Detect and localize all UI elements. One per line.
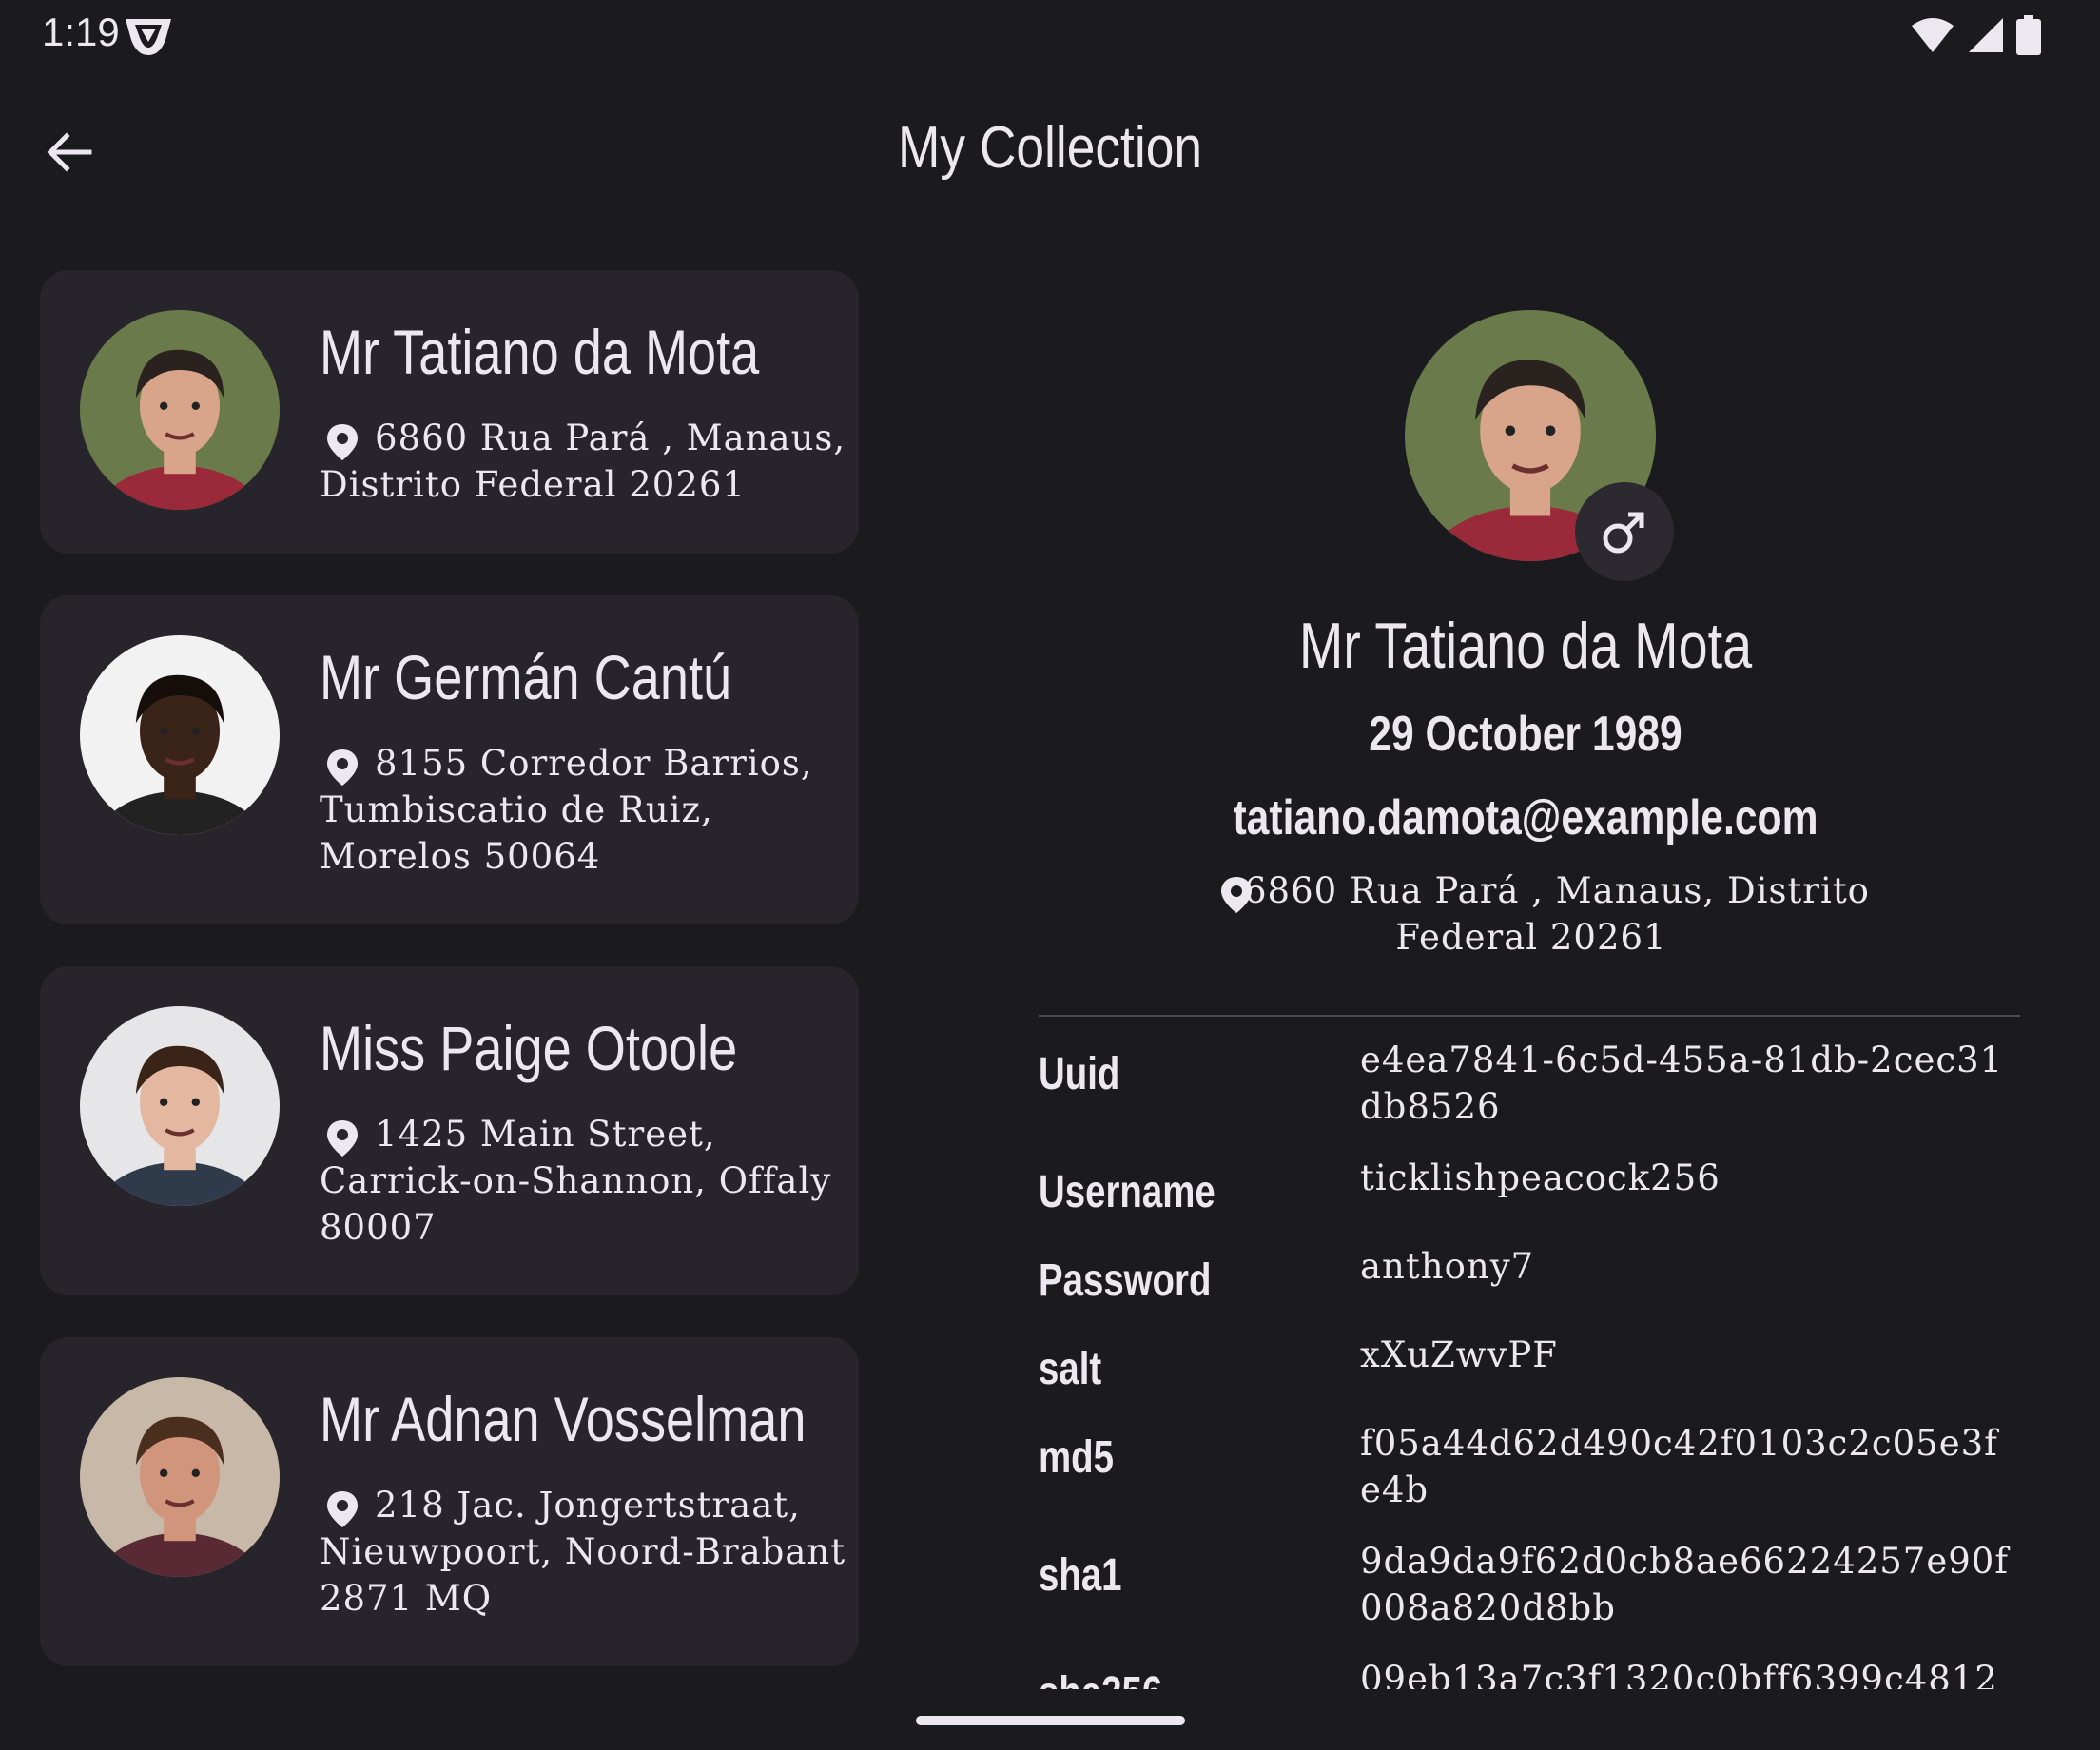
cell-signal-icon [1969,18,2003,52]
person-avatar-photo [80,1377,280,1577]
person-address: 6860 Rua Pará , Manaus, Distrito Federal… [320,415,852,508]
field-value: anthony7 [1360,1246,1535,1287]
person-name: Mr Adnan Vosselman [320,1384,807,1454]
person-address-line1: 8155 Corredor Barrios, [375,743,813,784]
status-bar: 1:19 [0,0,2100,70]
person-address: 1425 Main Street, Carrick-on-Shannon, Of… [320,1111,852,1251]
field-key: sha256 [1039,1656,1295,1689]
detail-address-rest: Federal 20261 [1395,917,1667,958]
person-name: Miss Paige Otoole [320,1013,738,1083]
gender-badge [1575,482,1674,581]
detail-field-row: sha1 9da9da9f62d0cb8ae66224257e90f008a820… [1039,1538,2028,1631]
person-card[interactable]: Mr Tatiano da Mota 6860 Rua Pará , Manaus… [40,270,859,554]
detail-dob: 29 October 1989 [1369,707,1682,762]
status-time: 1:19 [42,10,120,54]
person-avatar-photo [80,310,280,510]
person-address-rest: Distrito Federal 20261 [320,464,746,505]
gesture-nav-handle[interactable] [916,1716,1185,1725]
person-address: 218 Jac. Jongertstraat, Nieuwpoort, Noor… [320,1482,852,1622]
person-card[interactable]: Mr Germán Cantú 8155 Corredor Barrios, Tu… [40,595,859,924]
wifi-icon [1912,18,1954,52]
person-card[interactable]: Miss Paige Otoole 1425 Main Street, Carri… [40,966,859,1295]
people-list: Mr Tatiano da Mota 6860 Rua Pará , Manaus… [40,270,859,1708]
detail-field-row: md5 f05a44d62d490c42f0103c2c05e3fe4b [1039,1420,2028,1513]
person-address: 8155 Corredor Barrios, Tumbiscatio de Ru… [320,740,852,880]
person-avatar [80,635,280,835]
detail-field-row: Uuid e4ea7841-6c5d-455a-81db-2cec31db8526 [1039,1037,2028,1130]
field-key: sha1 [1039,1550,1122,1601]
field-value: xXuZwvPF [1360,1334,1558,1375]
app-bar: My Collection [0,86,2100,219]
person-address-rest: Nieuwpoort, Noord-Brabant 2871 MQ [320,1531,846,1619]
person-address-rest: Carrick-on-Shannon, Offaly 80007 [320,1160,832,1248]
detail-address: 6860 Rua Pará , Manaus, Distrito Federal… [1179,867,1883,961]
person-name: Mr Germán Cantú [320,642,732,712]
app-notification-icon [126,19,171,55]
field-key: Username [1039,1167,1215,1217]
field-key: Uuid [1039,1049,1120,1099]
field-value: f05a44d62d490c42f0103c2c05e3fe4b [1360,1423,1998,1510]
person-avatar-photo [80,635,280,835]
person-avatar [80,310,280,510]
detail-field-row: Username ticklishpeacock256 [1039,1155,2028,1218]
field-value: e4ea7841-6c5d-455a-81db-2cec31db8526 [1360,1040,2004,1127]
detail-email: tatiano.damota@example.com [1233,790,1818,846]
field-value: 09eb13a7c3f1320c0bff6399c4812c2a074744ed… [1360,1659,1998,1689]
field-key: salt [1039,1344,1102,1394]
field-key: md5 [1039,1432,1114,1483]
detail-name: Mr Tatiano da Mota [1298,610,1753,682]
male-icon [1603,512,1644,554]
person-address-line1: 218 Jac. Jongertstraat, [375,1485,801,1526]
field-value: 9da9da9f62d0cb8ae66224257e90f008a820d8bb [1360,1541,2010,1628]
person-avatar [80,1006,280,1206]
person-name: Mr Tatiano da Mota [320,317,760,387]
detail-fields[interactable]: Uuid e4ea7841-6c5d-455a-81db-2cec31db8526… [1039,1037,2028,1689]
field-key: Password [1039,1255,1212,1306]
page-title: My Collection [897,115,1203,181]
detail-address-line1: 6860 Rua Pará , Manaus, Distrito [1244,870,1870,911]
person-address-line1: 6860 Rua Pará , Manaus, [375,418,846,458]
detail-field-row: salt xXuZwvPF [1039,1332,2028,1395]
field-value: ticklishpeacock256 [1360,1157,1721,1198]
person-avatar [80,1377,280,1577]
person-address-rest: Tumbiscatio de Ruiz, Morelos 50064 [320,789,713,877]
divider [1039,1015,2020,1017]
person-address-line1: 1425 Main Street, [375,1114,716,1155]
detail-field-row: sha256 09eb13a7c3f1320c0bff6399c4812c2a07… [1039,1656,2028,1689]
detail-field-row: Password anthony7 [1039,1243,2028,1307]
back-arrow-icon[interactable] [42,124,99,181]
person-card[interactable]: Mr Adnan Vosselman 218 Jac. Jongertstraat… [40,1337,859,1666]
battery-icon [2016,15,2041,55]
person-avatar-photo [80,1006,280,1206]
